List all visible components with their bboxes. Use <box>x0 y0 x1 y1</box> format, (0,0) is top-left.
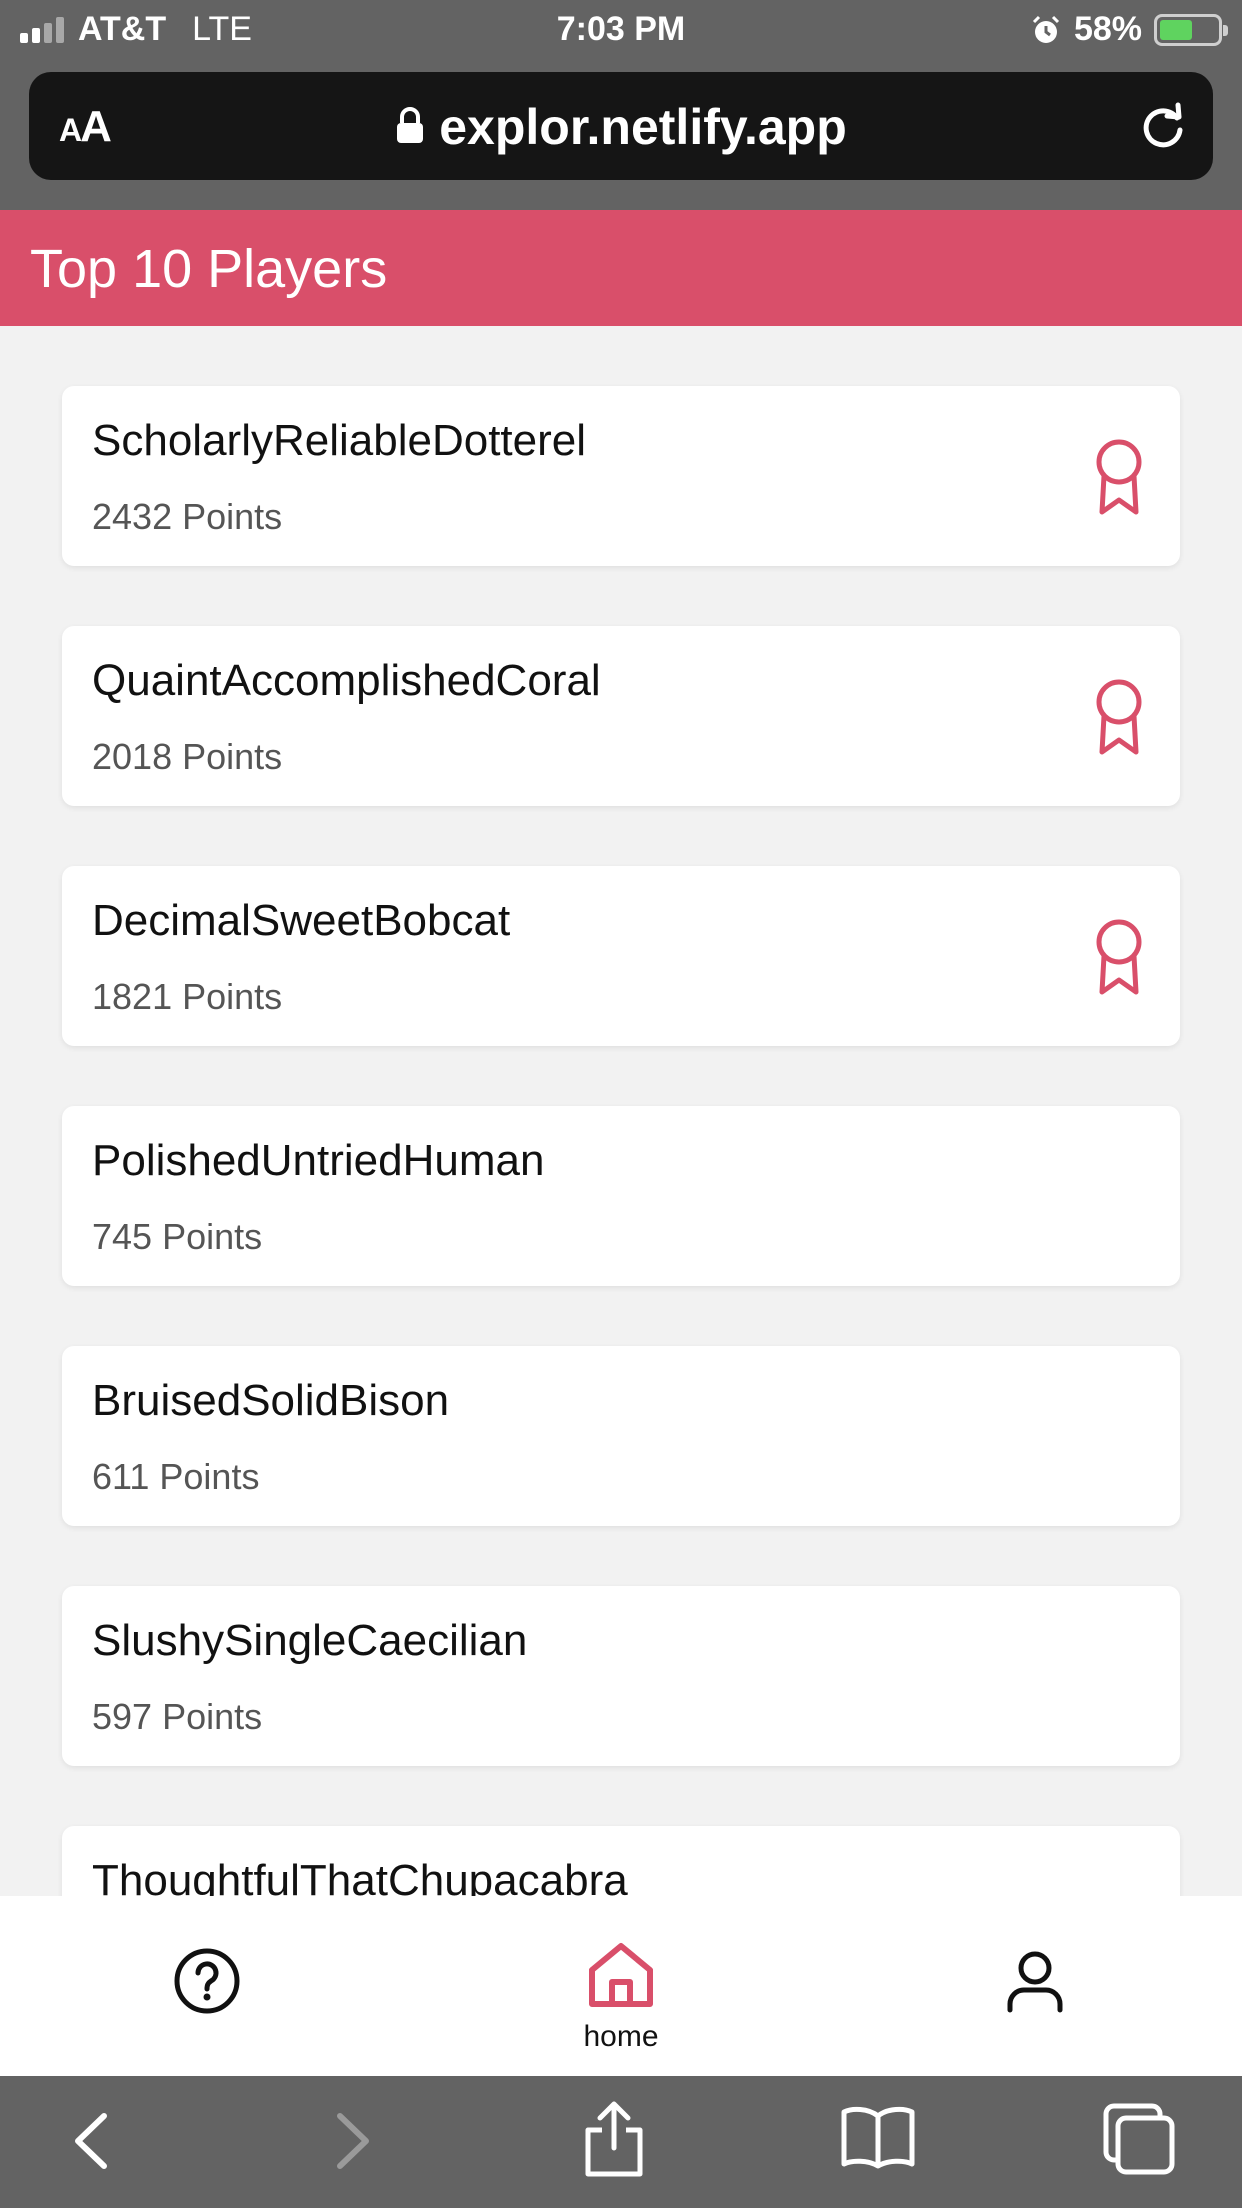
award-ribbon-icon <box>1096 679 1142 755</box>
bookmarks-icon[interactable] <box>838 2102 918 2172</box>
player-points: 2432 Points <box>92 496 283 537</box>
player-name: PolishedUntriedHuman <box>92 1136 545 1185</box>
award-ribbon-icon <box>1096 919 1142 995</box>
reload-icon[interactable] <box>1137 100 1189 152</box>
nav-home-label: home <box>583 2020 659 2053</box>
profile-icon <box>1007 1951 1063 2013</box>
nav-home[interactable]: home <box>521 1896 721 2076</box>
page-header: Top 10 Players <box>0 210 1242 326</box>
player-name: DecimalSweetBobcat <box>92 896 511 945</box>
status-right: 58% <box>1030 10 1228 49</box>
player-points: 745 Points <box>92 1216 263 1257</box>
player-card[interactable]: BruisedSolidBison 611 Points <box>62 1346 1180 1526</box>
lock-icon <box>397 106 424 143</box>
player-card[interactable]: ScholarlyReliableDotterel 2432 Points <box>62 386 1180 566</box>
player-points: 2018 Points <box>92 736 283 777</box>
battery-percent: 58% <box>1073 10 1142 48</box>
page-title: Top 10 Players <box>30 239 388 299</box>
player-points: 597 Points <box>92 1696 263 1737</box>
player-name: QuaintAccomplishedCoral <box>92 656 601 705</box>
player-name: BruisedSolidBison <box>92 1376 450 1425</box>
browser-chrome-top: AA explor.netlify.app <box>0 62 1242 210</box>
nav-profile[interactable] <box>935 1896 1135 2076</box>
nav-help[interactable] <box>107 1896 307 2076</box>
status-bar: AT&T LTE 7:03 PM 58% <box>0 0 1242 62</box>
player-name: SlushySingleCaecilian <box>92 1616 528 1665</box>
url-text: explor.netlify.app <box>439 99 847 155</box>
player-points: 611 Points <box>92 1456 260 1497</box>
share-icon[interactable] <box>578 2096 650 2180</box>
player-card[interactable]: QuaintAccomplishedCoral 2018 Points <box>62 626 1180 806</box>
player-points: 1821 Points <box>92 976 283 1017</box>
award-ribbon-icon <box>1096 439 1142 515</box>
player-card[interactable]: SlushySingleCaecilian 597 Points <box>62 1586 1180 1766</box>
url-display[interactable]: explor.netlify.app <box>29 98 1213 156</box>
browser-toolbar <box>0 2076 1242 2208</box>
battery-icon <box>1154 13 1228 46</box>
app-bottom-nav: home <box>0 1896 1242 2076</box>
player-card[interactable]: DecimalSweetBobcat 1821 Points <box>62 866 1180 1046</box>
address-bar[interactable]: AA explor.netlify.app <box>29 72 1213 180</box>
battery-fill <box>1160 19 1193 40</box>
forward-icon[interactable] <box>322 2106 382 2176</box>
home-icon <box>589 1943 653 2007</box>
back-icon[interactable] <box>62 2106 122 2176</box>
player-card[interactable]: PolishedUntriedHuman 745 Points <box>62 1106 1180 1286</box>
tabs-icon[interactable] <box>1098 2098 1178 2178</box>
alarm-icon <box>1032 15 1059 43</box>
help-icon <box>174 1948 240 2014</box>
player-name: ScholarlyReliableDotterel <box>92 416 587 465</box>
